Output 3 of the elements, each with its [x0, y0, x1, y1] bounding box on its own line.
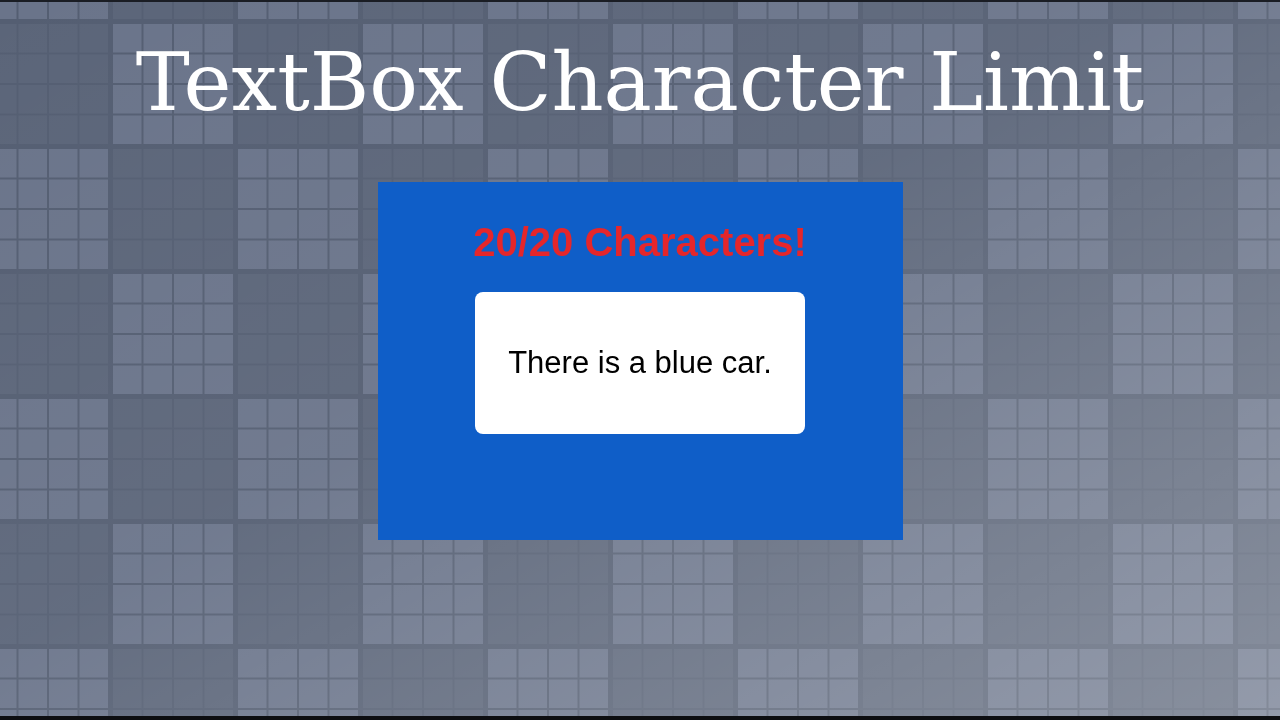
- text-input-field[interactable]: There is a blue car.: [475, 292, 805, 434]
- page-title: TextBox Character Limit: [135, 42, 1145, 123]
- character-counter: 20/20 Characters!: [473, 222, 807, 262]
